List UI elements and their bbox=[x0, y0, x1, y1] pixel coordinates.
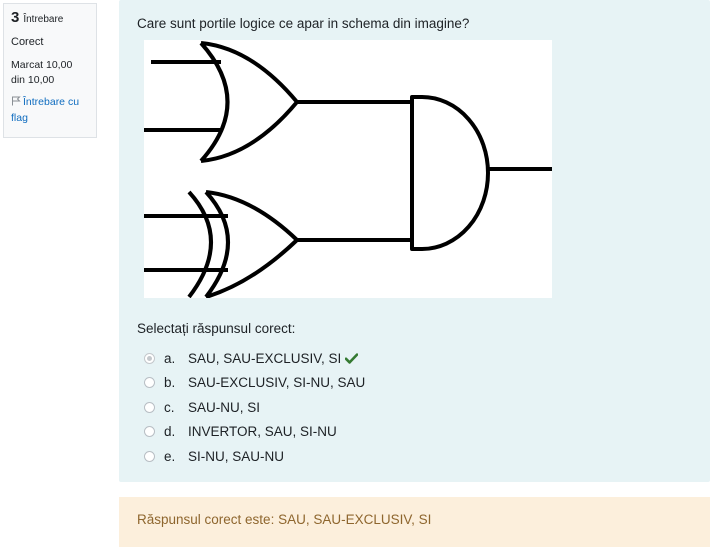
answer-letter: e. bbox=[164, 448, 176, 464]
question-text: Care sunt portile logice ce apar in sche… bbox=[137, 16, 470, 31]
answer-option-e[interactable]: e. SI-NU, SAU-NU bbox=[144, 444, 684, 469]
correct-check-icon bbox=[345, 353, 359, 364]
question-number-row: 3 Întrebare bbox=[11, 10, 89, 27]
answer-letter: a. bbox=[164, 350, 176, 366]
answer-list: a. SAU, SAU-EXCLUSIV, SI b. SAU-EXCLUSIV… bbox=[144, 346, 684, 469]
answer-text: SAU-EXCLUSIV, SI-NU, SAU bbox=[188, 375, 366, 391]
xor-gate-symbol bbox=[144, 190, 412, 298]
answer-prompt: Selectați răspunsul corect: bbox=[137, 321, 296, 336]
question-number: 3 bbox=[11, 9, 20, 26]
question-state: Corect bbox=[11, 36, 44, 48]
answer-radio-d[interactable] bbox=[144, 426, 155, 438]
answer-option-b[interactable]: b. SAU-EXCLUSIV, SI-NU, SAU bbox=[144, 371, 684, 396]
flag-question-label: Întrebare cu flag bbox=[11, 96, 80, 124]
answer-text: SI-NU, SAU-NU bbox=[188, 448, 285, 464]
question-content: Care sunt portile logice ce apar in sche… bbox=[119, 0, 710, 482]
answer-letter: d. bbox=[164, 424, 176, 440]
question-grade: Marcat 10,00 din 10,00 bbox=[11, 58, 89, 88]
question-info-panel: 3 Întrebare Corect Marcat 10,00 din 10,0… bbox=[3, 3, 97, 138]
logic-gate-diagram bbox=[144, 40, 552, 298]
and-gate-symbol bbox=[410, 95, 552, 251]
answer-radio-a[interactable] bbox=[144, 352, 155, 364]
answer-option-c[interactable]: c. SAU-NU, SI bbox=[144, 395, 684, 420]
answer-letter: c. bbox=[164, 399, 175, 415]
flag-icon bbox=[12, 96, 21, 106]
answer-text: SAU, SAU-EXCLUSIV, SI bbox=[188, 350, 342, 366]
answer-radio-e[interactable] bbox=[144, 450, 155, 462]
flag-question-link[interactable]: Întrebare cu flag bbox=[11, 94, 89, 126]
grade-line-2: din 10,00 bbox=[11, 74, 55, 86]
grade-line-1: Marcat 10,00 bbox=[11, 59, 73, 71]
answer-radio-b[interactable] bbox=[144, 377, 155, 389]
answer-text: INVERTOR, SAU, SI-NU bbox=[188, 424, 337, 440]
answer-text: SAU-NU, SI bbox=[188, 399, 261, 415]
answer-option-d[interactable]: d. INVERTOR, SAU, SI-NU bbox=[144, 420, 684, 445]
answer-option-a[interactable]: a. SAU, SAU-EXCLUSIV, SI bbox=[144, 346, 684, 371]
answer-radio-c[interactable] bbox=[144, 401, 155, 413]
question-label: Întrebare bbox=[23, 14, 64, 25]
answer-letter: b. bbox=[164, 375, 176, 391]
correct-answer-feedback: Răspunsul corect este: SAU, SAU-EXCLUSIV… bbox=[119, 497, 710, 547]
or-gate-symbol bbox=[144, 41, 412, 163]
